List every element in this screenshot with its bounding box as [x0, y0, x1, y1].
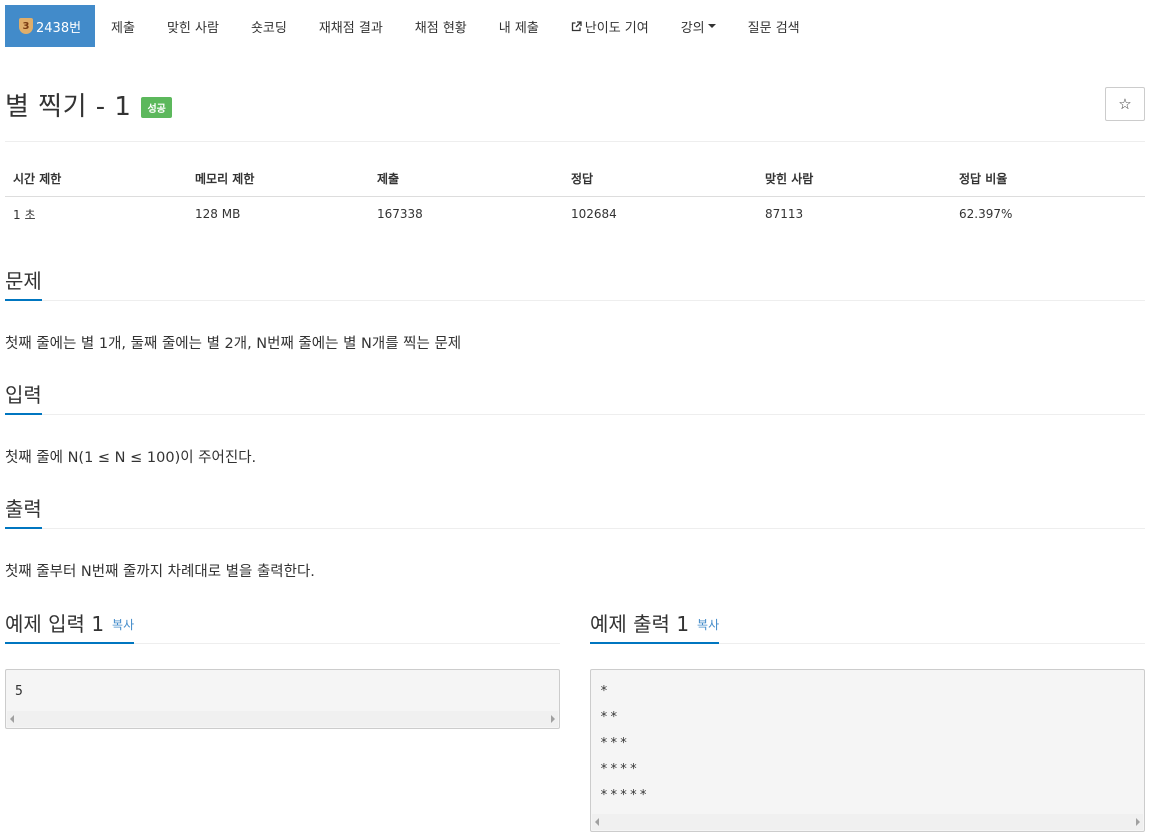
problem-page: 3 2438번 제출 맞힌 사람 숏코딩 재채점 결과 채점 현황 내 제출 난… — [0, 0, 1153, 839]
tab-judge-status[interactable]: 채점 현황 — [399, 5, 483, 47]
divider — [5, 141, 1145, 142]
submissions-value: 167338 — [377, 207, 423, 222]
sample-output-line: *** — [600, 736, 630, 751]
description-text: 첫째 줄에는 별 1개, 둘째 줄에는 별 2개, N번째 줄에는 별 N개를 … — [5, 336, 462, 352]
table-row: 1 초 128 MB 167338 102684 87113 62.397% — [5, 196, 1145, 232]
sample-input-box: 5 — [5, 669, 560, 729]
section-divider — [5, 300, 1145, 301]
sample-input-line: 5 — [15, 684, 25, 699]
sample-output-line: ** — [600, 710, 620, 725]
description-section-header: 문제 — [5, 265, 1145, 301]
tab-solved-users[interactable]: 맞힌 사람 — [151, 5, 235, 47]
sample-input-content: 5 — [6, 670, 559, 709]
time-limit-value: 1 초 — [13, 207, 36, 222]
sample-input-title: 예제 입력 1 — [5, 612, 105, 636]
section-divider — [5, 414, 1145, 415]
sample-input-heading: 예제 입력 1 복사 — [5, 608, 135, 644]
horizontal-scrollbar[interactable] — [592, 814, 1143, 830]
header-submissions: 제출 — [369, 162, 563, 197]
header-memory-limit: 메모리 제한 — [187, 162, 369, 197]
output-section-header: 출력 — [5, 493, 1145, 529]
input-text: 첫째 줄에 N(1 ≤ N ≤ 100)이 주어진다. — [5, 450, 257, 466]
star-icon: ☆ — [1118, 95, 1132, 113]
input-heading: 입력 — [5, 379, 42, 415]
sample-output-line: ***** — [600, 788, 650, 803]
tab-difficulty-contribution-label: 난이도 기여 — [584, 20, 649, 36]
sample-output-line: * — [600, 684, 610, 699]
status-badge: 성공 — [141, 97, 172, 118]
sample-output-header: 예제 출력 1 복사 — [590, 608, 1145, 644]
description-heading: 문제 — [5, 265, 42, 301]
scroll-right-icon[interactable] — [551, 715, 555, 723]
copy-sample-input-link[interactable]: 복사 — [112, 616, 134, 633]
tab-short-coding[interactable]: 숏코딩 — [235, 5, 303, 47]
header-solved-users: 맞힌 사람 — [757, 162, 951, 197]
output-text: 첫째 줄부터 N번째 줄까지 차례대로 별을 출력한다. — [5, 564, 315, 580]
header-time-limit: 시간 제한 — [5, 162, 187, 197]
external-link-icon — [571, 20, 582, 32]
copy-sample-output-link[interactable]: 복사 — [697, 616, 719, 633]
tab-rejudge-results[interactable]: 재채점 결과 — [303, 5, 399, 47]
sample-output-heading: 예제 출력 1 복사 — [590, 608, 720, 644]
table-header-row: 시간 제한 메모리 제한 제출 정답 맞힌 사람 정답 비율 — [5, 162, 1145, 197]
solved-users-value: 87113 — [765, 207, 804, 222]
title-row: 별 찍기 - 1 성공 — [5, 86, 172, 123]
scroll-left-icon[interactable] — [10, 715, 14, 723]
tab-question-search[interactable]: 질문 검색 — [732, 5, 816, 47]
input-section-header: 입력 — [5, 379, 1145, 415]
problem-number: 2438번 — [36, 20, 82, 36]
tab-my-submissions[interactable]: 내 제출 — [483, 5, 555, 47]
bronze-tier-icon: 3 — [19, 18, 33, 34]
header-accept-ratio: 정답 비율 — [951, 162, 1145, 197]
tab-lectures-label: 강의 — [680, 20, 705, 36]
section-divider — [5, 528, 1145, 529]
sample-output-title: 예제 출력 1 — [590, 612, 690, 636]
horizontal-scrollbar[interactable] — [7, 711, 558, 727]
scroll-right-icon[interactable] — [1136, 818, 1140, 826]
accepted-value: 102684 — [571, 207, 617, 222]
caret-down-icon — [707, 24, 716, 28]
problem-menu: 3 2438번 제출 맞힌 사람 숏코딩 재채점 결과 채점 현황 내 제출 난… — [5, 5, 816, 47]
accept-ratio-value: 62.397% — [959, 207, 1013, 222]
tab-submit[interactable]: 제출 — [95, 5, 151, 47]
problem-info-table: 시간 제한 메모리 제한 제출 정답 맞힌 사람 정답 비율 1 초 128 M… — [5, 162, 1145, 232]
sample-input-header: 예제 입력 1 복사 — [5, 608, 560, 644]
memory-limit-value: 128 MB — [195, 207, 241, 222]
tab-problem-number[interactable]: 3 2438번 — [5, 5, 96, 47]
sample-output-box: * ** *** **** ***** — [590, 669, 1145, 832]
tab-lectures-dropdown[interactable]: 강의 — [665, 5, 732, 47]
favorite-button[interactable]: ☆ — [1105, 87, 1145, 121]
scroll-left-icon[interactable] — [595, 818, 599, 826]
output-heading: 출력 — [5, 493, 42, 529]
tab-difficulty-contribution[interactable]: 난이도 기여 — [555, 5, 665, 47]
page-title: 별 찍기 - 1 — [5, 92, 132, 122]
sample-output-content: * ** *** **** ***** — [591, 670, 1144, 813]
sample-output-line: **** — [600, 762, 640, 777]
header-accepted: 정답 — [563, 162, 757, 197]
